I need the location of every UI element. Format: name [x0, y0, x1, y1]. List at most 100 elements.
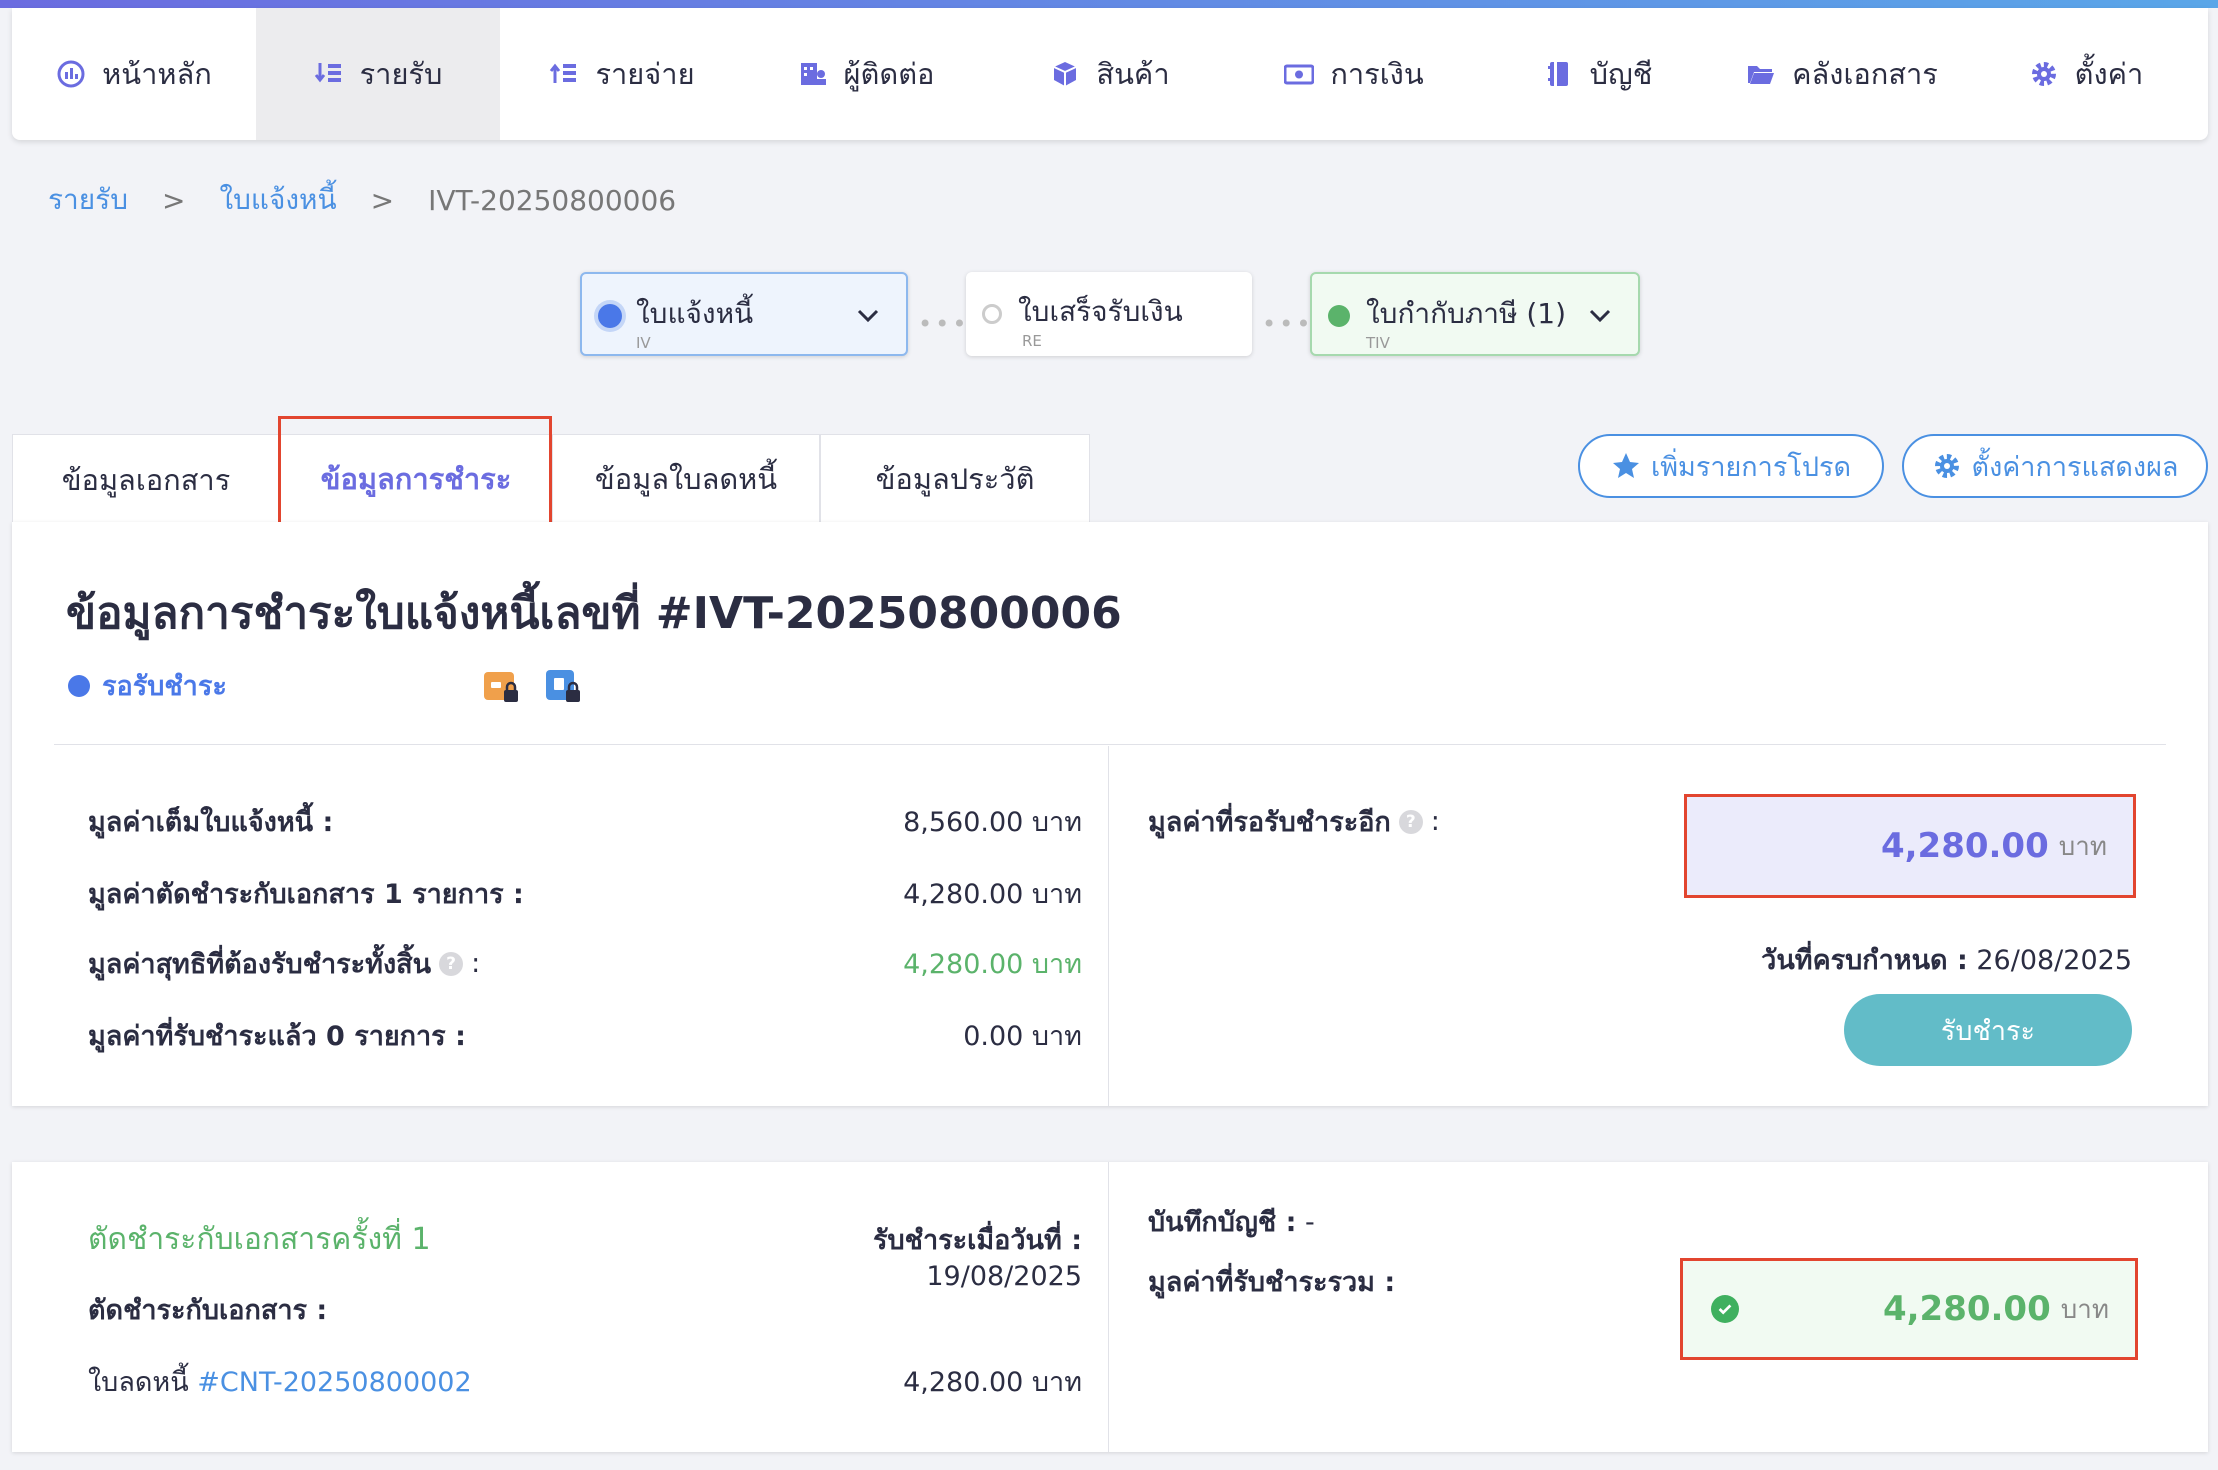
- nav-item-home[interactable]: หน้าหลัก: [12, 8, 256, 140]
- add-favorite-button[interactable]: เพิ่มรายการโปรด: [1578, 434, 1884, 498]
- help-icon[interactable]: ?: [439, 951, 464, 976]
- total-received-box: 4,280.00 บาท: [1680, 1258, 2138, 1360]
- nav-item-expense[interactable]: รายจ่าย: [500, 8, 744, 140]
- row-value: 4,280.00 บาท: [903, 949, 1082, 980]
- nav-item-income[interactable]: รายรับ: [256, 8, 500, 140]
- remaining-amount: 4,280.00: [1880, 826, 2049, 866]
- credit-note-link[interactable]: #CNT-20250800002: [197, 1367, 471, 1398]
- divider: [1108, 746, 1109, 1106]
- remaining-label: มูลค่าที่รอรับชำระอีก ? :: [1148, 800, 1440, 843]
- check-circle-icon: [1711, 1295, 1739, 1323]
- flow-step-title: ใบกำกับภาษี (1): [1366, 297, 1567, 330]
- row-label: มูลค่าสุทธิที่ต้องรับชำระทั้งสิ้น ? :: [88, 942, 480, 985]
- document-flow: ใบแจ้งหนี้ IV ••• ใบเสร็จรับเงิน RE ••• …: [0, 272, 2218, 358]
- payment-info-card: ข้อมูลการชำระใบแจ้งหนี้เลขที่ #IVT-20250…: [12, 522, 2208, 1106]
- page-title: ข้อมูลการชำระใบแจ้งหนี้เลขที่ #IVT-20250…: [66, 588, 1122, 639]
- flow-step-receipt[interactable]: ใบเสร็จรับเงิน RE: [966, 272, 1252, 356]
- nav-item-label: ตั้งค่า: [2074, 57, 2144, 91]
- row-label: มูลค่าเต็มใบแจ้งหนี้ :: [88, 807, 334, 838]
- divider: [1108, 1162, 1109, 1452]
- nav-item-label: ผู้ติดต่อ: [843, 57, 935, 91]
- display-settings-button[interactable]: ตั้งค่าการแสดงผล: [1902, 434, 2208, 498]
- help-icon[interactable]: ?: [1398, 809, 1423, 834]
- nav-item-accounting[interactable]: บัญชี: [1476, 8, 1720, 140]
- breadcrumb-income-link[interactable]: รายรับ: [48, 178, 128, 222]
- total-received-label: มูลค่าที่รับชำระรวม :: [1148, 1267, 1396, 1298]
- contacts-icon: [798, 59, 828, 89]
- tab-payment-info[interactable]: ข้อมูลการชำระ: [280, 434, 552, 522]
- tab-bar: ข้อมูลเอกสาร ข้อมูลการชำระ ข้อมูลใบลดหนี…: [12, 434, 1090, 524]
- top-accent-bar: [0, 0, 2218, 8]
- income-icon: [314, 59, 344, 89]
- locked-document-blue-icon[interactable]: [544, 666, 584, 706]
- summary-row-settled-value: มูลค่าตัดชำระกับเอกสาร 1 รายการ : 4,280.…: [88, 872, 1082, 915]
- ledger-value: -: [1305, 1207, 1315, 1238]
- nav-item-label: สินค้า: [1096, 57, 1170, 91]
- tab-document-info[interactable]: ข้อมูลเอกสาร: [12, 434, 280, 524]
- flow-step-code: TIV: [1366, 334, 1390, 352]
- breadcrumb: รายรับ > ใบแจ้งหนี้ > IVT-20250800006: [48, 178, 676, 222]
- breadcrumb-invoice-link[interactable]: ใบแจ้งหนี้: [219, 178, 336, 222]
- status-label: รอรับชำระ: [102, 671, 227, 702]
- settled-doc-amount: 4,280.00 บาท: [903, 1367, 1082, 1398]
- breadcrumb-current: IVT-20250800006: [428, 183, 677, 217]
- received-date-label: รับชำระเมื่อวันที่ :: [873, 1225, 1082, 1256]
- received-date: รับชำระเมื่อวันที่ : 19/08/2025: [722, 1218, 1082, 1292]
- breadcrumb-separator: >: [370, 183, 395, 217]
- nav-item-label: บัญชี: [1589, 57, 1653, 91]
- summary-row-net-value: มูลค่าสุทธิที่ต้องรับชำระทั้งสิ้น ? : 4,…: [88, 942, 1082, 985]
- currency-unit: บาท: [2060, 1294, 2109, 1325]
- folder-icon: [1746, 59, 1776, 89]
- row-label: มูลค่าตัดชำระกับเอกสาร 1 รายการ :: [88, 879, 524, 910]
- expense-icon: [549, 59, 579, 89]
- flow-step-code: IV: [636, 334, 651, 352]
- row-value: 4,280.00 บาท: [903, 879, 1082, 910]
- summary-row-received-value: มูลค่าที่รับชำระแล้ว 0 รายการ : 0.00 บาท: [88, 1014, 1082, 1057]
- flow-status-dot: [1328, 305, 1350, 327]
- row-label: มูลค่าที่รับชำระแล้ว 0 รายการ :: [88, 1021, 466, 1052]
- row-label-text: มูลค่าสุทธิที่ต้องรับชำระทั้งสิ้น: [88, 949, 432, 980]
- nav-item-label: คลังเอกสาร: [1792, 57, 1938, 91]
- nav-item-label: หน้าหลัก: [102, 57, 212, 91]
- chevron-down-icon[interactable]: [1586, 302, 1614, 330]
- remaining-label-suffix: :: [1430, 806, 1440, 837]
- nav-item-products[interactable]: สินค้า: [988, 8, 1232, 140]
- status-badge: รอรับชำระ: [68, 664, 227, 707]
- main-nav: หน้าหลัก รายรับ รายจ่าย ผู้ติดต่อ สินค้า…: [12, 8, 2208, 140]
- currency-unit: บาท: [2058, 831, 2107, 862]
- tab-credit-note-info[interactable]: ข้อมูลใบลดหนี้: [552, 434, 820, 522]
- flow-step-tax-invoice[interactable]: ใบกำกับภาษี (1) TIV: [1310, 272, 1640, 356]
- total-received-value: 4,280.00 บาท: [1883, 1289, 2109, 1330]
- status-dot: [68, 674, 90, 697]
- settled-doc-label: ตัดชำระกับเอกสาร :: [88, 1295, 328, 1326]
- tab-history-info[interactable]: ข้อมูลประวัติ: [820, 434, 1090, 522]
- settled-doc: ใบลดหนี้ #CNT-20250800002: [88, 1360, 472, 1403]
- flow-step-invoice[interactable]: ใบแจ้งหนี้ IV: [580, 272, 908, 356]
- receive-payment-button[interactable]: รับชำระ: [1844, 994, 2132, 1066]
- ledger-entry: บันทึกบัญชี : -: [1148, 1200, 1315, 1243]
- nav-item-contacts[interactable]: ผู้ติดต่อ: [744, 8, 988, 140]
- flow-step-code: RE: [1022, 332, 1042, 350]
- settlement-title: ตัดชำระกับเอกสารครั้งที่ 1: [88, 1222, 431, 1257]
- locked-document-orange-icon[interactable]: [482, 666, 522, 706]
- nav-item-documents[interactable]: คลังเอกสาร: [1720, 8, 1964, 140]
- flow-connector: •••: [1262, 310, 1314, 338]
- book-icon: [1544, 59, 1574, 89]
- row-label-suffix: :: [471, 948, 481, 979]
- chevron-down-icon[interactable]: [854, 302, 882, 330]
- settled-doc-type: ใบลดหนี้: [88, 1367, 189, 1398]
- summary-row-full-value: มูลค่าเต็มใบแจ้งหนี้ : 8,560.00 บาท: [88, 800, 1082, 843]
- breadcrumb-separator: >: [161, 183, 186, 217]
- flow-status-dot: [598, 304, 622, 328]
- nav-item-label: การเงิน: [1330, 57, 1424, 91]
- add-favorite-label: เพิ่มรายการโปรด: [1651, 451, 1851, 483]
- nav-item-finance[interactable]: การเงิน: [1232, 8, 1476, 140]
- flow-step-title: ใบแจ้งหนี้: [636, 297, 754, 330]
- settlement-card: ตัดชำระกับเอกสารครั้งที่ 1 รับชำระเมื่อว…: [12, 1162, 2208, 1452]
- flow-connector: •••: [918, 310, 970, 338]
- document-lock-icons: [482, 666, 584, 706]
- box-icon: [1050, 59, 1080, 89]
- remaining-amount-box: 4,280.00 บาท: [1684, 794, 2136, 898]
- dashboard-icon: [56, 59, 86, 89]
- nav-item-settings[interactable]: ตั้งค่า: [1964, 8, 2208, 140]
